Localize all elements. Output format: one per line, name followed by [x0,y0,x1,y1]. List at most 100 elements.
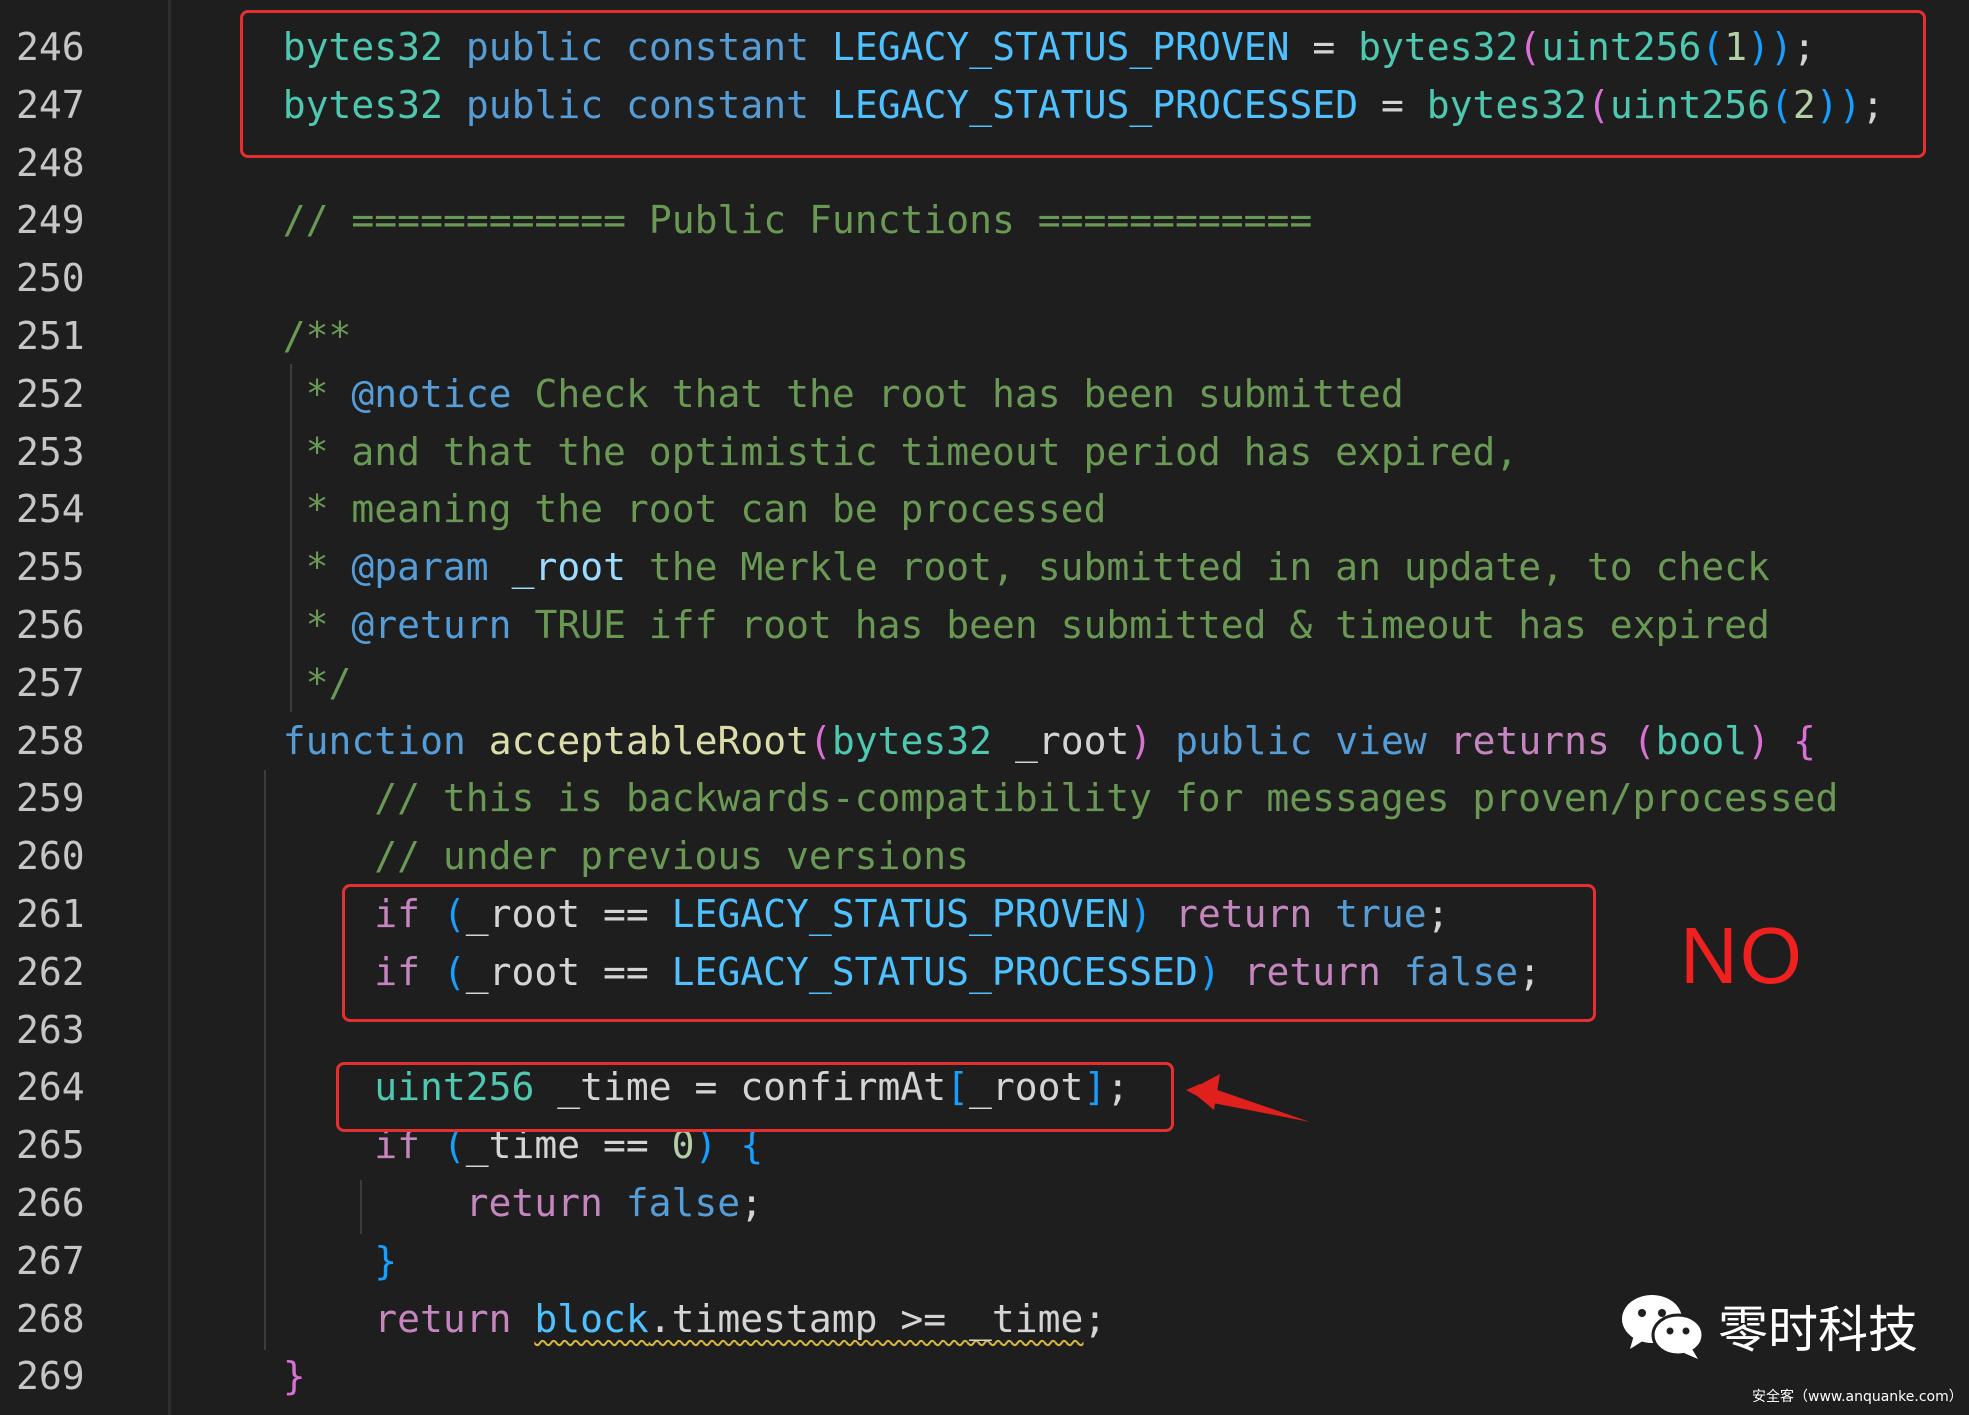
code-line: 267} [0,1232,1969,1290]
code-token: false [625,1181,741,1225]
code-token: { [1792,718,1816,763]
code-line: 255 * @param _root the Merkle root, submi… [0,538,1969,596]
line-number: 264 [16,1065,85,1110]
code-text: * @notice Check that the root has been s… [306,365,1404,423]
line-number: 248 [16,140,85,185]
code-token: return [465,1181,603,1225]
code-token: .timestamp >= _time [648,1296,1084,1341]
line-number: 267 [16,1238,85,1283]
indent-guide [264,770,266,1350]
code-token: ) [1129,718,1153,763]
code-line: 260 // under previous versions [0,827,1969,885]
line-number: 246 [16,25,85,69]
code-text: /** [283,307,352,365]
code-text: } [283,1347,306,1405]
code-token: ( [809,718,832,763]
code-token: * [305,371,352,416]
code-token: * meaning the root can be processed [305,487,1107,532]
code-text: // under previous versions [374,827,969,885]
code-text: * meaning the root can be processed [306,480,1107,538]
indent-guide [290,364,292,712]
code-line: 266 return false; [0,1174,1969,1232]
line-number: 265 [16,1123,85,1168]
code-token: ; [1083,1296,1107,1341]
code-token: acceptableRoot [488,718,810,763]
code-line: 252 * @notice Check that the root has bee… [0,365,1969,423]
no-annotation-label: NO [1680,911,1804,1000]
code-line: 249 // ============ Public Functions ====… [0,191,1969,249]
code-text: } [374,1232,397,1290]
watermark: 零时科技 [1620,1290,1918,1362]
line-number: 252 [16,371,85,416]
code-token: view [1335,718,1427,763]
line-number: 269 [16,1354,85,1399]
code-token: } [374,1238,398,1283]
code-token: // under previous versions [374,834,970,879]
code-token: returns [1449,718,1610,763]
code-token: @notice [351,371,512,416]
code-token: _root [511,545,626,590]
line-number: 258 [16,718,85,763]
code-token: _root [992,718,1130,763]
highlight-box-confirmat [336,1062,1174,1132]
code-token: Check that the root has been submitted [511,371,1404,416]
code-token: * [305,545,352,590]
code-token: */ [305,660,352,705]
code-text: * @param _root the Merkle root, submitte… [306,538,1770,596]
watermark-source: 安全客（www.anquanke.com） [1752,1389,1963,1405]
code-text: // ============ Public Functions =======… [283,191,1313,249]
line-number: 263 [16,1007,85,1052]
line-number: 253 [16,429,85,474]
code-token: * [305,603,352,647]
line-number: 262 [16,949,85,994]
code-line: 259 // this is backwards-compatibility fo… [0,769,1969,827]
code-token: * and that the optimistic timeout period… [305,429,1519,474]
highlight-box-constants [240,10,1926,158]
code-line: 258 function acceptableRoot(bytes32 _root… [0,712,1969,770]
code-token: function [282,718,466,763]
code-line: 254 * meaning the root can be processed [0,480,1969,538]
code-token: return [374,1296,512,1341]
line-number: 266 [16,1181,85,1225]
line-number: 247 [16,82,85,127]
code-token: bytes32 [831,718,993,763]
code-token: block [534,1296,649,1341]
code-text: return block.timestamp >= _time; [374,1290,1106,1348]
code-token: // ============ Public Functions =======… [282,198,1313,243]
line-number: 255 [16,545,85,590]
code-token: public [1175,718,1313,763]
arrow-annotation [1186,1074,1310,1122]
line-number: 268 [16,1296,85,1341]
code-editor: 246 bytes32 public constant LEGACY_STATUS… [0,0,1969,1415]
code-line: 253 * and that the optimistic timeout per… [0,423,1969,481]
code-token: bool [1655,718,1748,763]
code-token: } [282,1354,306,1399]
line-number: 254 [16,487,85,532]
code-text: // this is backwards-compatibility for m… [374,769,1838,827]
code-text: return false; [466,1174,763,1232]
code-text: * and that the optimistic timeout period… [306,423,1519,481]
wechat-icon [1622,1295,1704,1359]
code-token: @param [351,545,489,590]
indent-guide [360,1180,362,1234]
code-line: 251 /** [0,307,1969,365]
code-token: ( [1632,718,1656,763]
code-text: * @return TRUE iff root has been submitt… [306,596,1770,654]
code-token: /** [282,314,352,358]
line-number: 250 [16,256,85,301]
highlight-box-legacy-checks [342,884,1596,1022]
code-token: // this is backwards-compatibility for m… [374,776,1839,821]
code-text: function acceptableRoot(bytes32 _root) p… [283,712,1816,770]
line-number: 261 [16,892,85,936]
code-line: 257 */ [0,654,1969,712]
line-number: 256 [16,603,85,647]
code-token: ) [1747,718,1771,763]
